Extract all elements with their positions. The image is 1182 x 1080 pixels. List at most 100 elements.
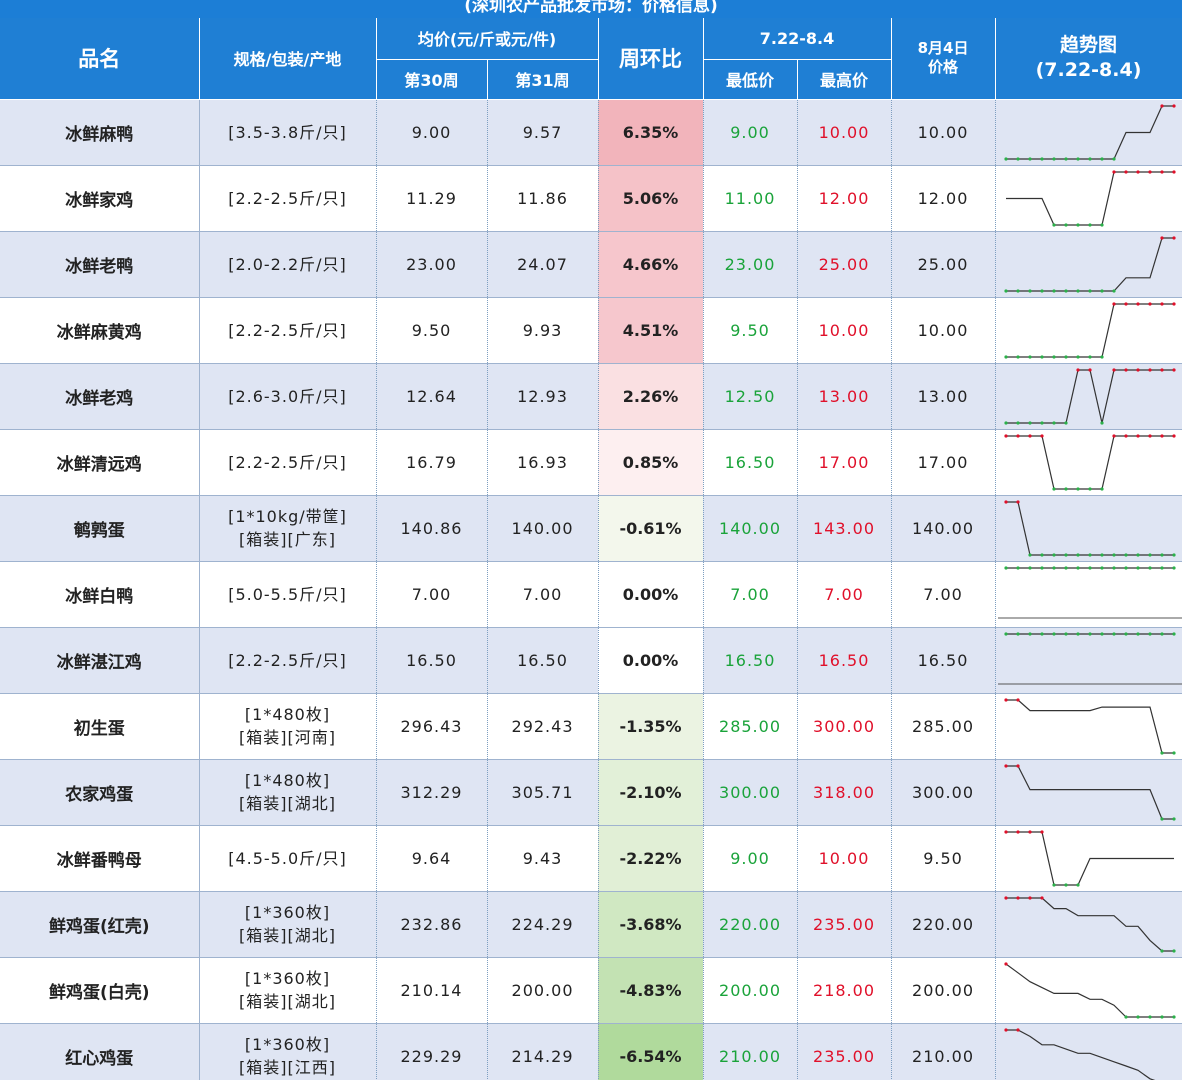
- week30-avg: 232.86: [376, 891, 488, 958]
- sparkline-low-point: [1027, 631, 1032, 636]
- product-spec: [4.5-5.0斤/只]: [199, 825, 377, 892]
- sparkline-high-point: [1015, 763, 1020, 768]
- sparkline-low-point: [1027, 354, 1032, 359]
- sparkline-low-point: [1063, 222, 1068, 227]
- product-spec: [1*10kg/带筐] [箱装][广东]: [199, 495, 377, 562]
- col-header-high: 最高价: [797, 59, 892, 100]
- product-spec-line: [2.6-3.0斤/只]: [228, 386, 347, 406]
- sparkline-high-point: [1171, 301, 1176, 306]
- week31-avg: 200.00: [487, 957, 599, 1024]
- aug4-price: 7.00: [891, 561, 996, 628]
- week-over-week: 4.66%: [598, 231, 704, 298]
- sparkline-low-point: [1051, 882, 1056, 887]
- sparkline-low-point: [1003, 565, 1008, 570]
- table-row: 鹌鹑蛋 [1*10kg/带筐] [箱装][广东] 140.86 140.00 -0.61%…: [0, 495, 1182, 562]
- week30-avg: 16.50: [376, 627, 488, 694]
- product-spec-line: [2.2-2.5斤/只]: [228, 188, 347, 208]
- aug4-price: 10.00: [891, 99, 996, 166]
- col-header-spec: 规格/包装/产地: [199, 18, 377, 100]
- sparkline-high-point: [1003, 829, 1008, 834]
- lowest-price: 12.50: [703, 363, 798, 430]
- sparkline-high-point: [1003, 1027, 1008, 1032]
- sparkline-low-point: [1039, 565, 1044, 570]
- week-over-week: 4.51%: [598, 297, 704, 364]
- trend-sparkline: [997, 631, 1182, 684]
- product-name: 冰鲜麻鸭: [0, 99, 200, 166]
- week-over-week: 0.00%: [598, 627, 704, 694]
- lowest-price: 9.00: [703, 99, 798, 166]
- aug4-price: 300.00: [891, 759, 996, 826]
- sparkline-low-point: [1063, 631, 1068, 636]
- aug4-price: 16.50: [891, 627, 996, 694]
- sparkline-low-point: [1075, 552, 1080, 557]
- sparkline-low-point: [1123, 631, 1128, 636]
- week-over-week: -6.54%: [598, 1023, 704, 1080]
- sparkline-low-point: [1027, 565, 1032, 570]
- trend-sparkline: [1005, 169, 1176, 227]
- sparkline-low-point: [1087, 486, 1092, 491]
- sparkline-high-point: [1015, 697, 1020, 702]
- sparkline-high-point: [1147, 367, 1152, 372]
- sparkline-path: [1005, 434, 1174, 490]
- sparkline-high-point: [1111, 433, 1116, 438]
- sparkline-low-point: [1051, 565, 1056, 570]
- sparkline-low-point: [1087, 222, 1092, 227]
- sparkline-high-point: [1075, 367, 1080, 372]
- trend-sparkline: [1003, 961, 1176, 1019]
- sparkline-low-point: [1159, 750, 1164, 755]
- sparkline-low-point: [1171, 552, 1176, 557]
- lowest-price: 9.00: [703, 825, 798, 892]
- highest-price: 235.00: [797, 1023, 892, 1080]
- sparkline-low-point: [1075, 565, 1080, 570]
- product-spec: [2.2-2.5斤/只]: [199, 627, 377, 694]
- sparkline-low-point: [1015, 631, 1020, 636]
- col-header-aug4-line2: 价格: [928, 58, 959, 77]
- sparkline-low-point: [1051, 552, 1056, 557]
- sparkline-low-point: [1051, 288, 1056, 293]
- sparkline-low-point: [1099, 565, 1104, 570]
- trend-sparkline: [1003, 301, 1176, 359]
- product-spec-line: [1*480枚]: [244, 705, 331, 724]
- lowest-price: 11.00: [703, 165, 798, 232]
- sparkline-path: [1005, 1028, 1157, 1080]
- product-spec-line: [2.0-2.2斤/只]: [228, 254, 347, 274]
- product-spec-line: [箱装][湖北]: [239, 926, 336, 945]
- highest-price: 7.00: [797, 561, 892, 628]
- sparkline-low-point: [1135, 1014, 1140, 1019]
- sparkline-path: [1005, 302, 1174, 358]
- sparkline-low-point: [1087, 631, 1092, 636]
- sparkline-low-point: [1111, 288, 1116, 293]
- table-row: 红心鸡蛋 [1*360枚] [箱装][江西] 229.29 214.29 -6.54% 21…: [0, 1023, 1182, 1080]
- col-header-trend: 趋势图 (7.22-8.4): [995, 18, 1182, 100]
- product-spec-line: [2.2-2.5斤/只]: [228, 650, 347, 670]
- sparkline-high-point: [1015, 829, 1020, 834]
- trend-sparkline: [997, 565, 1182, 618]
- aug4-price: 12.00: [891, 165, 996, 232]
- product-spec-line: [1*480枚]: [244, 771, 331, 790]
- product-name: 初生蛋: [0, 693, 200, 760]
- sparkline-low-point: [1027, 552, 1032, 557]
- sparkline-low-point: [1171, 948, 1176, 953]
- sparkline-path: [1005, 963, 1174, 1018]
- sparkline-low-point: [1039, 288, 1044, 293]
- sparkline-low-point: [1135, 631, 1140, 636]
- sparkline-high-point: [1171, 235, 1176, 240]
- sparkline-high-point: [1003, 697, 1008, 702]
- trend-sparkline-cell: [995, 231, 1182, 298]
- sparkline-low-point: [1171, 750, 1176, 755]
- aug4-price: 17.00: [891, 429, 996, 496]
- price-table: 品名 规格/包装/产地 均价(元/斤或元/件) 周环比 7.22-8.4 8月4…: [0, 18, 1182, 1080]
- trend-sparkline: [1003, 1027, 1157, 1080]
- trend-sparkline: [1003, 697, 1176, 755]
- sparkline-high-point: [1039, 829, 1044, 834]
- sparkline-low-point: [1003, 354, 1008, 359]
- trend-sparkline-cell: [995, 561, 1182, 628]
- week-over-week: 5.06%: [598, 165, 704, 232]
- sparkline-low-point: [1171, 816, 1176, 821]
- trend-sparkline-cell: [995, 825, 1182, 892]
- sparkline-low-point: [1027, 288, 1032, 293]
- week31-avg: 214.29: [487, 1023, 599, 1080]
- week31-avg: 9.43: [487, 825, 599, 892]
- sparkline-high-point: [1015, 895, 1020, 900]
- trend-sparkline: [1003, 235, 1176, 293]
